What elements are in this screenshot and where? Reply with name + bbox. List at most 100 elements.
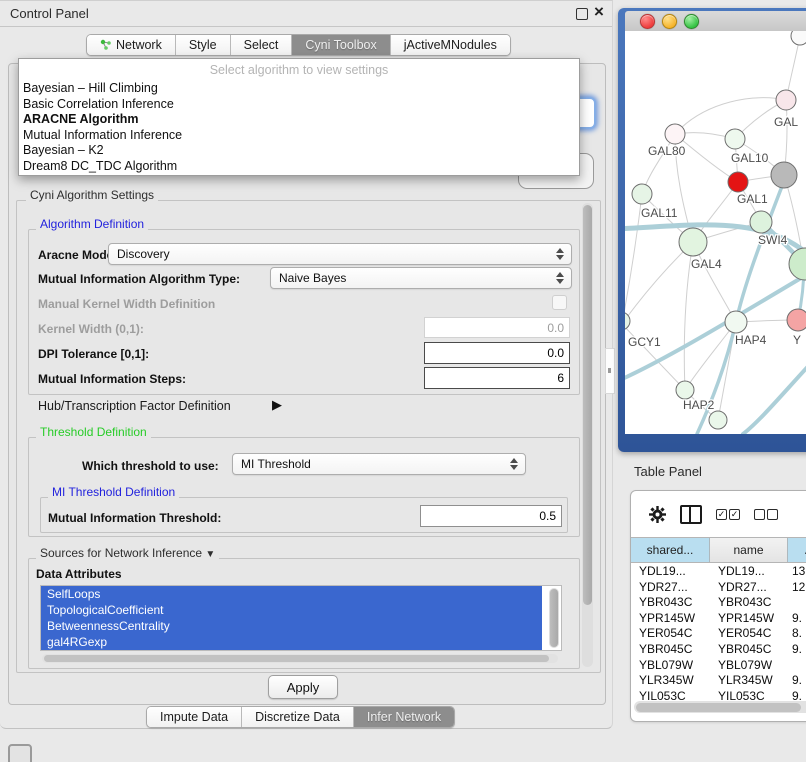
select-all-icon[interactable]: ✓✓ bbox=[716, 509, 740, 520]
table-row[interactable]: YLR345WYLR345W9. bbox=[631, 673, 806, 689]
combo-value: Discovery bbox=[109, 247, 552, 261]
list-item-selected[interactable]: SelfLoops bbox=[41, 586, 542, 602]
node-gal1-selected[interactable] bbox=[728, 172, 748, 192]
tab-network[interactable]: Network bbox=[87, 35, 175, 55]
table-hscrollbar-track[interactable] bbox=[634, 701, 806, 713]
manual-kernel-checkbox[interactable] bbox=[552, 295, 567, 310]
group-title: Sources for Network Inference ▼ bbox=[36, 546, 219, 560]
combo-stepper-icon bbox=[552, 272, 571, 284]
table-hscrollbar-thumb[interactable] bbox=[636, 703, 801, 712]
tab-infer-network[interactable]: Infer Network bbox=[353, 707, 454, 727]
close-icon[interactable]: × bbox=[594, 2, 604, 22]
group-title: MI Threshold Definition bbox=[48, 485, 179, 499]
node-gal11[interactable] bbox=[632, 184, 652, 204]
algorithm-option[interactable]: Bayesian – K2 bbox=[19, 143, 579, 159]
settings-scrollbar-thumb[interactable] bbox=[583, 205, 592, 605]
tab-jactivemnodules[interactable]: jActiveMNodules bbox=[390, 35, 510, 55]
network-tab-icon bbox=[100, 39, 112, 51]
node-label: HAP4 bbox=[735, 333, 767, 347]
data-attributes-list[interactable]: SelfLoops TopologicalCoefficient Between… bbox=[40, 585, 562, 651]
collapse-down-icon[interactable]: ▼ bbox=[205, 549, 215, 560]
tab-style[interactable]: Style bbox=[175, 35, 230, 55]
node-gal80[interactable] bbox=[665, 124, 685, 144]
gear-icon[interactable] bbox=[649, 506, 666, 523]
aracne-mode-combobox[interactable]: Discovery bbox=[108, 243, 572, 265]
column-header-partial[interactable]: A bbox=[788, 538, 806, 562]
node-swi4[interactable] bbox=[750, 211, 772, 233]
combo-value: MI Threshold bbox=[233, 457, 506, 471]
tab-cyni-toolbox[interactable]: Cyni Toolbox bbox=[291, 35, 389, 55]
algorithm-option-selected[interactable]: ARACNE Algorithm bbox=[19, 112, 579, 128]
tab-impute-data[interactable]: Impute Data bbox=[147, 707, 241, 727]
column-header-shared[interactable]: shared... bbox=[631, 538, 710, 562]
node-label: SWI4 bbox=[758, 233, 788, 247]
node-label: GAL4 bbox=[691, 257, 722, 271]
cell: YBL079W bbox=[631, 658, 710, 674]
list-item-selected[interactable]: BetweennessCentrality bbox=[41, 618, 542, 634]
expand-right-icon[interactable]: ▶ bbox=[272, 397, 282, 413]
table-row[interactable]: YBR045CYBR045C9. bbox=[631, 642, 806, 658]
tab-label: Select bbox=[244, 38, 279, 52]
tab-select[interactable]: Select bbox=[230, 35, 292, 55]
mi-algorithm-type-combobox[interactable]: Naive Bayes bbox=[270, 267, 572, 289]
node-hap4[interactable] bbox=[725, 311, 747, 333]
table-panel-container: ✓✓ shared... name A YDL19...YDL19...13 Y… bbox=[630, 490, 806, 722]
which-threshold-combobox[interactable]: MI Threshold bbox=[232, 453, 526, 475]
split-columns-icon[interactable] bbox=[680, 505, 702, 524]
mi-threshold-input[interactable] bbox=[420, 505, 562, 527]
node-gray[interactable] bbox=[771, 162, 797, 188]
column-header-name[interactable]: name bbox=[710, 538, 788, 562]
list-scrollbar-track[interactable] bbox=[549, 588, 559, 648]
node-salmon[interactable] bbox=[787, 309, 806, 331]
list-hscrollbar-track[interactable] bbox=[42, 654, 558, 663]
list-item-selected[interactable]: gal4RGexp bbox=[41, 634, 542, 650]
list-scrollbar-thumb[interactable] bbox=[550, 589, 558, 647]
node-label: GAL10 bbox=[731, 151, 769, 165]
algorithm-dropdown-popup: Select algorithm to view settings Bayesi… bbox=[18, 58, 580, 176]
combo-value: Naive Bayes bbox=[271, 271, 552, 285]
table-row[interactable]: YBL079WYBL079W bbox=[631, 658, 806, 674]
table-row[interactable]: YPR145WYPR145W9. bbox=[631, 611, 806, 627]
tab-discretize-data[interactable]: Discretize Data bbox=[241, 707, 353, 727]
table-row[interactable]: YDL19...YDL19...13 bbox=[631, 564, 806, 580]
mi-steps-input[interactable] bbox=[424, 367, 570, 389]
zoom-traffic-icon[interactable] bbox=[684, 14, 699, 29]
node-hap2[interactable] bbox=[676, 381, 694, 399]
algorithm-popup-placeholder: Select algorithm to view settings bbox=[19, 59, 579, 81]
apply-button[interactable]: Apply bbox=[268, 675, 338, 699]
kernel-width-label: Kernel Width (0,1): bbox=[38, 322, 144, 336]
node-gal4[interactable] bbox=[679, 228, 707, 256]
list-hscrollbar-thumb[interactable] bbox=[44, 655, 549, 662]
list-item-selected[interactable]: TopologicalCoefficient bbox=[41, 602, 542, 618]
cell: 9. bbox=[788, 611, 806, 627]
settings-scrollbar-track[interactable] bbox=[582, 203, 593, 667]
mi-threshold-label: Mutual Information Threshold: bbox=[48, 511, 221, 525]
algorithm-option[interactable]: Basic Correlation Inference bbox=[19, 97, 579, 113]
minimize-traffic-icon[interactable] bbox=[662, 14, 677, 29]
panel-splitter[interactable] bbox=[605, 348, 615, 394]
float-window-icon[interactable] bbox=[576, 8, 588, 20]
network-graph: GAL GAL80 GAL10 GAL1 GAL11 SWI4 GAL4 GCY… bbox=[625, 31, 806, 434]
algorithm-option[interactable]: Mutual Information Inference bbox=[19, 128, 579, 144]
table-row[interactable]: YBR043CYBR043C bbox=[631, 595, 806, 611]
table-row[interactable]: YDR27...YDR27...12 bbox=[631, 580, 806, 596]
algorithm-option[interactable]: Bayesian – Hill Climbing bbox=[19, 81, 579, 97]
close-traffic-icon[interactable] bbox=[640, 14, 655, 29]
node-gal10[interactable] bbox=[725, 129, 745, 149]
kernel-width-input[interactable] bbox=[424, 317, 570, 338]
node-gal-partial[interactable] bbox=[776, 90, 796, 110]
dpi-tolerance-input[interactable] bbox=[424, 342, 570, 364]
dock-mini-button[interactable] bbox=[8, 744, 32, 762]
node-label: GAL11 bbox=[641, 206, 678, 220]
table-row[interactable]: YER054CYER054C8. bbox=[631, 626, 806, 642]
algorithm-option[interactable]: Dream8 DC_TDC Algorithm bbox=[19, 159, 579, 175]
cell: 8. bbox=[788, 626, 806, 642]
hub-section-label[interactable]: Hub/Transcription Factor Definition bbox=[38, 399, 231, 413]
tab-label: Cyni Toolbox bbox=[305, 38, 376, 52]
control-panel-window: Control Panel × Network Style Select Cyn… bbox=[0, 0, 613, 729]
deselect-all-icon[interactable] bbox=[754, 509, 778, 520]
node[interactable] bbox=[791, 31, 806, 45]
node-green-bottom[interactable] bbox=[709, 411, 727, 429]
table-panel-title: Table Panel bbox=[634, 464, 702, 479]
network-canvas[interactable]: GAL GAL80 GAL10 GAL1 GAL11 SWI4 GAL4 GCY… bbox=[625, 31, 806, 434]
